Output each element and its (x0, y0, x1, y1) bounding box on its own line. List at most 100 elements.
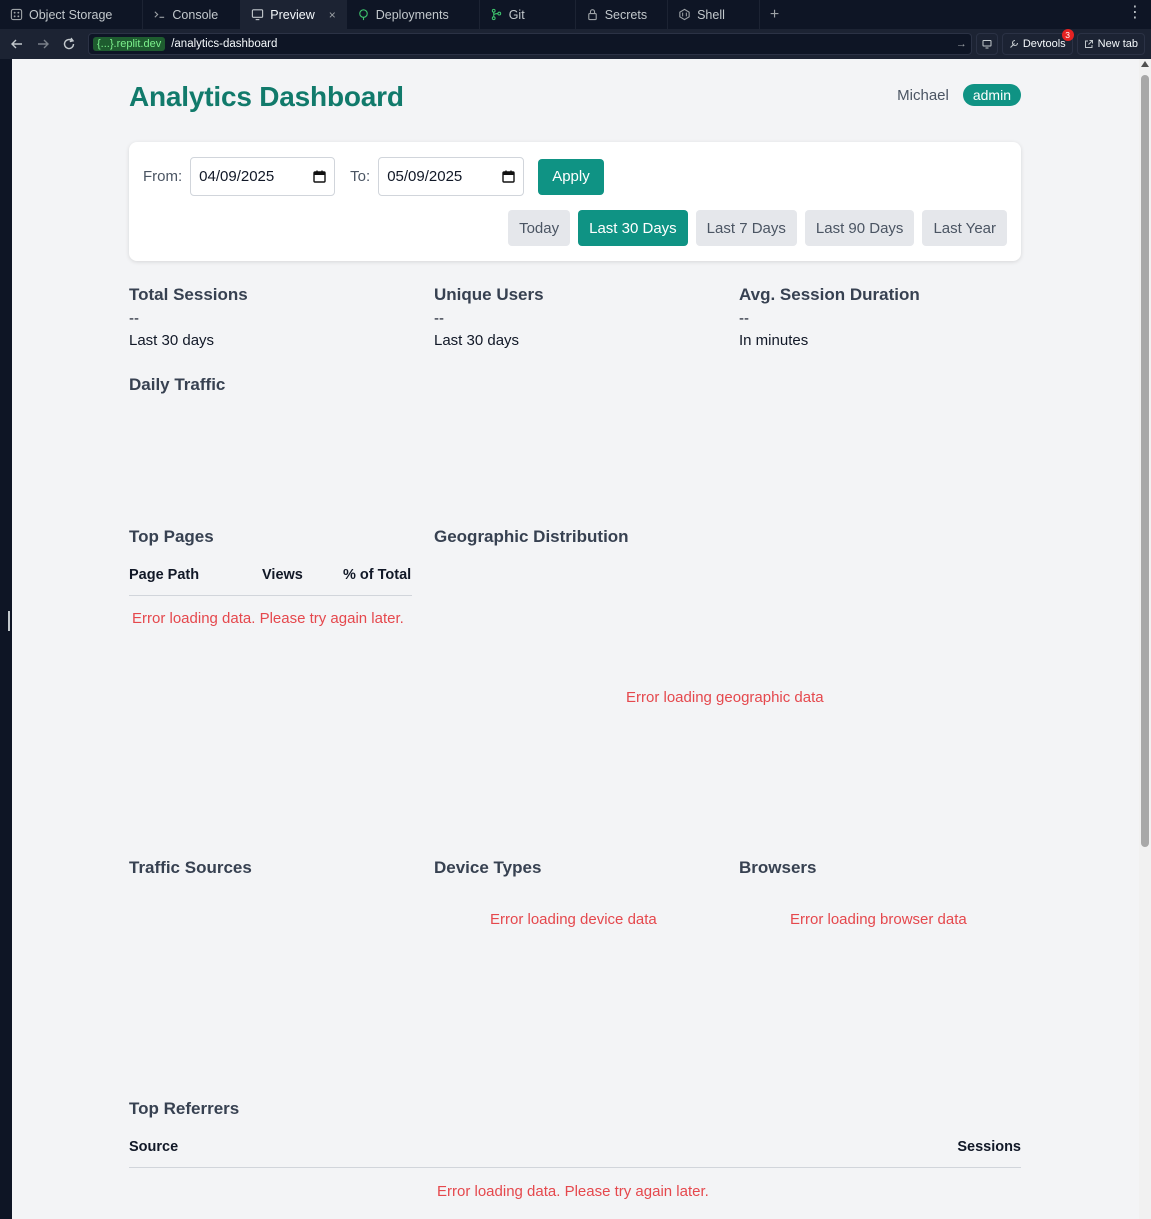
object-storage-icon (10, 8, 23, 21)
stat-title-unique-users: Unique Users (434, 285, 544, 304)
apply-button[interactable]: Apply (538, 158, 604, 195)
tab-label: Deployments (375, 7, 449, 22)
stat-value-unique-users: -- (434, 310, 444, 327)
top-pages-error: Error loading data. Please try again lat… (132, 610, 404, 627)
date-range-row: From: 04/09/2025 To: 05/09/2025 Apply (143, 157, 604, 196)
tab-console[interactable]: Console (143, 0, 242, 29)
table-header: Page Path Views % of Total (129, 567, 412, 596)
from-label: From: (143, 168, 183, 185)
arrow-right-icon (38, 39, 49, 49)
new-tab-label: New tab (1097, 38, 1138, 50)
shell-icon (679, 8, 690, 21)
preview-icon (252, 9, 264, 21)
tab-label: Secrets (604, 7, 648, 22)
tab-deployments[interactable]: Deployments (347, 0, 480, 29)
stat-title-avg-session-duration: Avg. Session Duration (739, 285, 920, 304)
vertical-scrollbar[interactable] (1139, 59, 1151, 1219)
tab-label: Console (172, 7, 219, 22)
date-filter-card: From: 04/09/2025 To: 05/09/2025 Apply To… (129, 142, 1021, 261)
url-path: /analytics-dashboard (171, 38, 278, 50)
resize-handle[interactable] (8, 611, 10, 631)
traffic-sources-title: Traffic Sources (129, 858, 252, 877)
tab-label: Shell (697, 7, 725, 22)
username: Michael (897, 86, 949, 104)
new-tab-button[interactable]: New tab (1076, 33, 1145, 55)
column-header-source: Source (129, 1139, 179, 1155)
column-header-page-path: Page Path (129, 567, 200, 583)
device-types-title: Device Types (434, 858, 542, 877)
git-icon (491, 8, 501, 21)
devtools-label: Devtools (1022, 38, 1066, 50)
stat-sub-unique-users: Last 30 days (434, 332, 520, 349)
daily-traffic-title: Daily Traffic (129, 375, 226, 394)
tab-label: Git (508, 7, 525, 22)
device-types-error: Error loading device data (490, 911, 657, 928)
scrollbar-thumb[interactable] (1141, 75, 1149, 847)
from-date-value: 04/09/2025 (199, 168, 275, 185)
back-button[interactable] (6, 33, 28, 55)
to-date-value: 05/09/2025 (387, 168, 463, 185)
more-menu-icon[interactable]: ⋮ (1127, 5, 1143, 21)
tab-label: Preview (270, 7, 315, 22)
devtools-error-badge: 3 (1061, 29, 1074, 41)
role-badge: admin (962, 84, 1021, 106)
lock-icon (587, 9, 597, 21)
monitor-icon (982, 40, 992, 49)
add-tab-button[interactable]: + (760, 0, 789, 29)
device-preview-button[interactable] (975, 33, 998, 55)
console-icon (154, 11, 165, 18)
browsers-error: Error loading browser data (790, 911, 967, 928)
geo-distribution-title: Geographic Distribution (434, 527, 629, 546)
column-header-sessions: Sessions (957, 1139, 1021, 1155)
top-referrers-title: Top Referrers (129, 1099, 240, 1118)
user-info: Michael admin (897, 84, 1021, 106)
to-date-input[interactable]: 05/09/2025 (378, 157, 525, 196)
table-header: Source Sessions (129, 1139, 1021, 1168)
preset-last-90-days-button[interactable]: Last 90 Days (804, 210, 915, 246)
arrow-left-icon (11, 39, 22, 49)
panel-resize-strip (0, 59, 12, 1219)
forward-button[interactable] (32, 33, 54, 55)
go-arrow-icon[interactable]: → (956, 38, 967, 50)
calendar-icon[interactable] (313, 170, 326, 183)
preset-last-7-days-button[interactable]: Last 7 Days (695, 210, 797, 246)
geo-error: Error loading geographic data (626, 689, 824, 706)
column-header-views: Views (262, 567, 303, 583)
stat-sub-total-sessions: Last 30 days (129, 332, 215, 349)
tab-object-storage[interactable]: Object Storage (0, 0, 144, 29)
top-pages-title: Top Pages (129, 527, 214, 546)
address-bar[interactable]: {...}.replit.dev /analytics-dashboard → (88, 33, 972, 55)
tab-shell[interactable]: Shell (668, 0, 760, 29)
preset-last-30-days-button[interactable]: Last 30 Days (578, 210, 688, 246)
external-link-icon (1084, 40, 1093, 48)
stat-value-total-sessions: -- (129, 310, 139, 327)
close-icon[interactable]: × (329, 8, 336, 22)
reload-button[interactable] (58, 33, 80, 55)
page-title: Analytics Dashboard (129, 81, 404, 112)
wrench-icon (1009, 39, 1018, 48)
column-header-percent-of-total: % of Total (343, 567, 412, 583)
stat-title-total-sessions: Total Sessions (129, 285, 248, 304)
tab-preview[interactable]: Preview × (241, 0, 347, 29)
browsers-title: Browsers (739, 858, 817, 877)
top-referrers-error: Error loading data. Please try again lat… (437, 1183, 709, 1200)
stat-sub-avg-session-duration: In minutes (739, 332, 809, 349)
preview-viewport: Analytics Dashboard Michael admin From: … (12, 59, 1151, 1219)
dashboard-header: Analytics Dashboard Michael admin (129, 81, 1021, 113)
top-pages-table: Page Path Views % of Total (129, 567, 412, 596)
top-referrers-table: Source Sessions (129, 1139, 1021, 1168)
calendar-icon[interactable] (502, 170, 515, 183)
from-date-input[interactable]: 04/09/2025 (190, 157, 336, 196)
preset-last-year-button[interactable]: Last Year (922, 210, 1007, 246)
scroll-up-arrow-icon[interactable] (1141, 61, 1149, 67)
devtools-button[interactable]: Devtools 3 (1001, 29, 1074, 55)
domain-chip: {...}.replit.dev (93, 37, 166, 51)
tab-secrets[interactable]: Secrets (576, 0, 669, 29)
tab-git[interactable]: Git (480, 0, 576, 29)
deployments-icon (358, 9, 368, 21)
to-label: To: (350, 168, 371, 185)
tab-label: Object Storage (29, 7, 113, 22)
preset-today-button[interactable]: Today (508, 210, 571, 246)
preview-url-bar: {...}.replit.dev /analytics-dashboard → … (0, 29, 1151, 59)
preset-range-buttons: Today Last 30 Days Last 7 Days Last 90 D… (508, 210, 1007, 246)
